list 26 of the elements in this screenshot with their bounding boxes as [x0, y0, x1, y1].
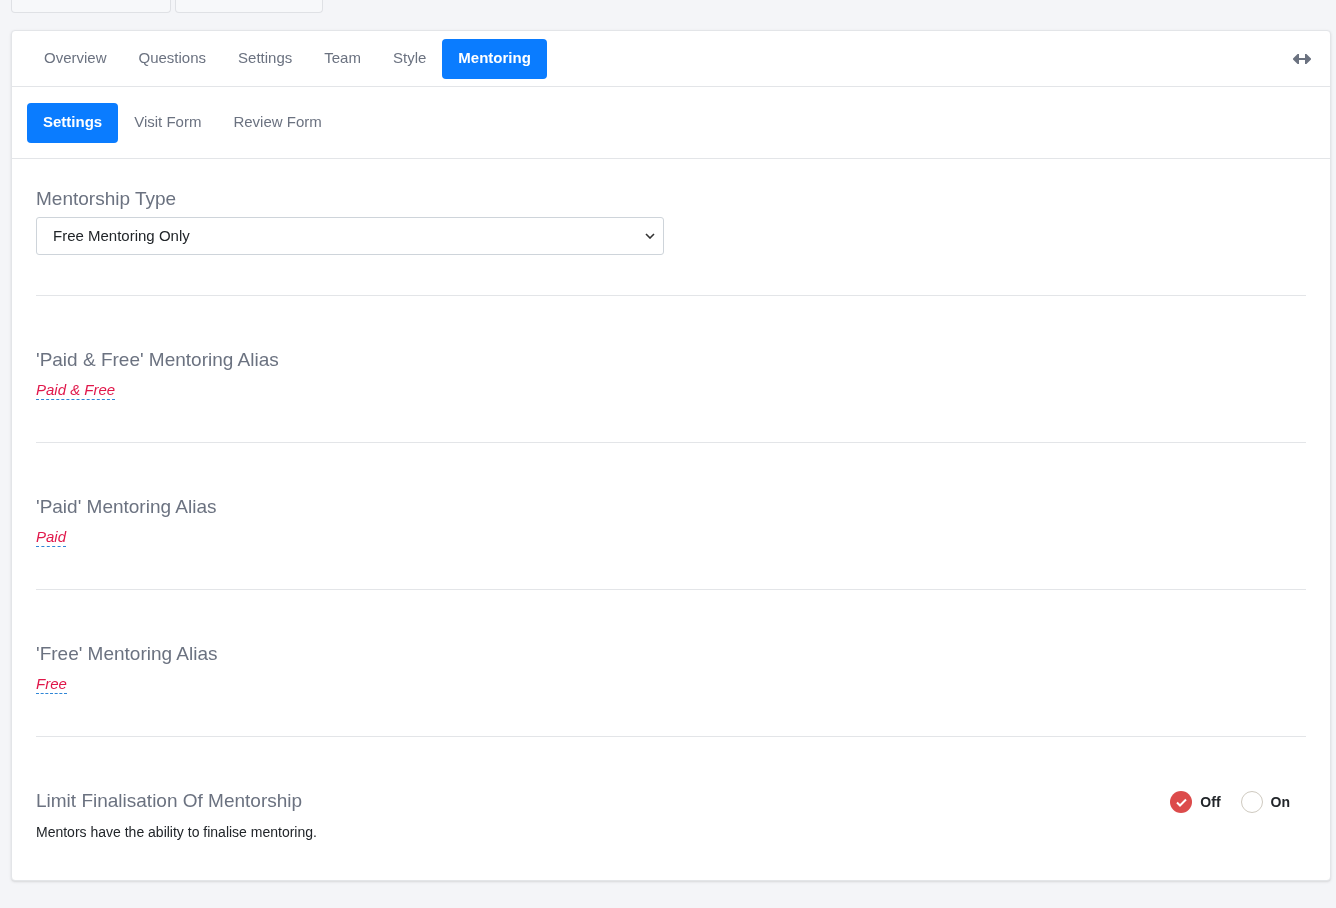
editable-link[interactable]: Paid — [36, 527, 67, 547]
section-title: 'Paid & Free' Mentoring Alias — [36, 348, 279, 372]
section-title: Limit Finalisation Of Mentorship — [36, 789, 303, 813]
editable-link[interactable]: Paid & Free — [36, 380, 116, 400]
editable-link[interactable]: Free — [36, 674, 67, 694]
radio-button[interactable] — [1240, 791, 1263, 813]
section-title: 'Free' Mentoring Alias — [36, 642, 218, 666]
radio-label: On — [1270, 792, 1290, 812]
radio-label: Off — [1200, 792, 1221, 812]
tab[interactable]: Settings — [27, 102, 119, 143]
tab[interactable]: Questions — [122, 38, 223, 79]
tab[interactable]: Review Form — [217, 102, 338, 143]
checkmark-icon — [1175, 797, 1187, 807]
tab[interactable]: Mentoring — [442, 38, 547, 79]
description-text: Mentors have the ability to finalise mentoring. — [36, 823, 317, 842]
tab[interactable]: Visit Form — [118, 102, 218, 143]
chevron-down-icon — [645, 233, 655, 239]
section-title: Mentorship Type — [36, 187, 177, 211]
resize-horizontal-icon[interactable] — [1293, 53, 1311, 64]
tab[interactable]: Settings — [222, 38, 309, 79]
section-title: 'Paid' Mentoring Alias — [36, 495, 217, 519]
dropdown[interactable]: Free Mentoring Only — [36, 217, 664, 255]
tab[interactable]: Overview — [28, 38, 123, 79]
radio-button[interactable] — [1170, 791, 1193, 813]
tab[interactable]: Style — [376, 38, 443, 79]
tab[interactable]: Team — [308, 38, 377, 79]
